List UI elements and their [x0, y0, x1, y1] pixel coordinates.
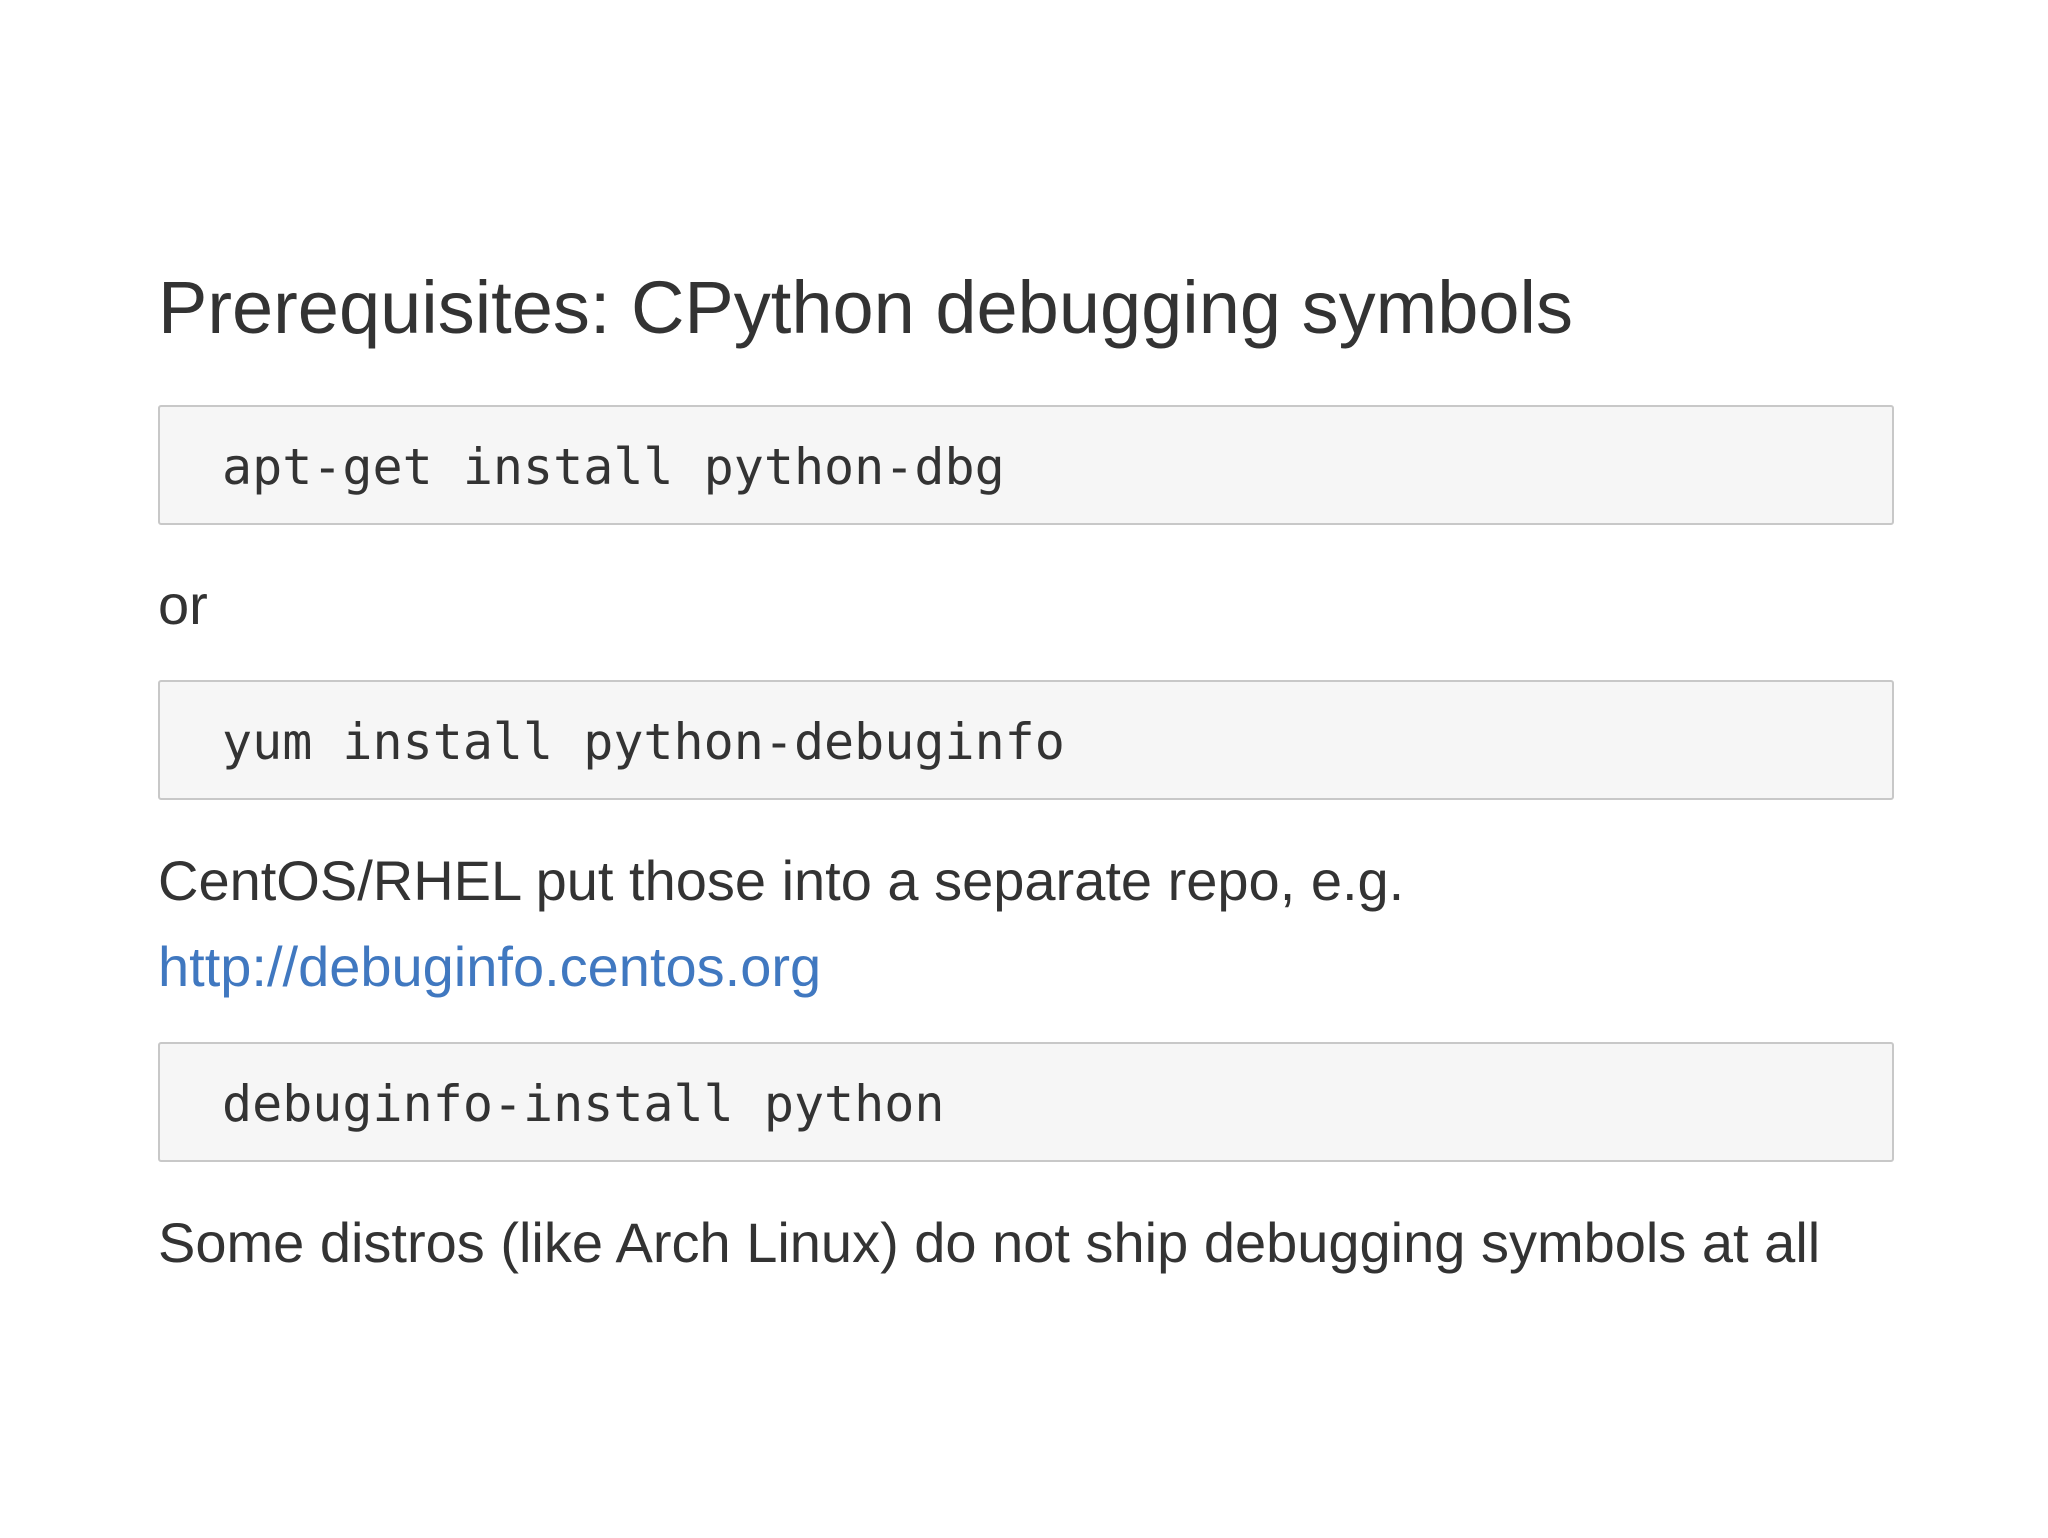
link-line: http://debuginfo.centos.org: [158, 924, 821, 1010]
code-block-debuginfo: debuginfo-install python: [158, 1042, 1894, 1162]
debuginfo-link[interactable]: http://debuginfo.centos.org: [158, 935, 821, 998]
arch-note: Some distros (like Arch Linux) do not sh…: [158, 1211, 1821, 1274]
code-block-apt: apt-get install python-dbg: [158, 405, 1894, 525]
code-yum-command: yum install python-debuginfo: [222, 713, 1065, 771]
centos-note: CentOS/RHEL put those into a separate re…: [158, 849, 1405, 912]
page-title: Prerequisites: CPython debugging symbols: [158, 266, 1573, 349]
code-block-yum: yum install python-debuginfo: [158, 680, 1894, 800]
code-apt-command: apt-get install python-dbg: [222, 438, 1005, 496]
code-debuginfo-command: debuginfo-install python: [222, 1075, 945, 1133]
or-text: or: [158, 573, 208, 636]
